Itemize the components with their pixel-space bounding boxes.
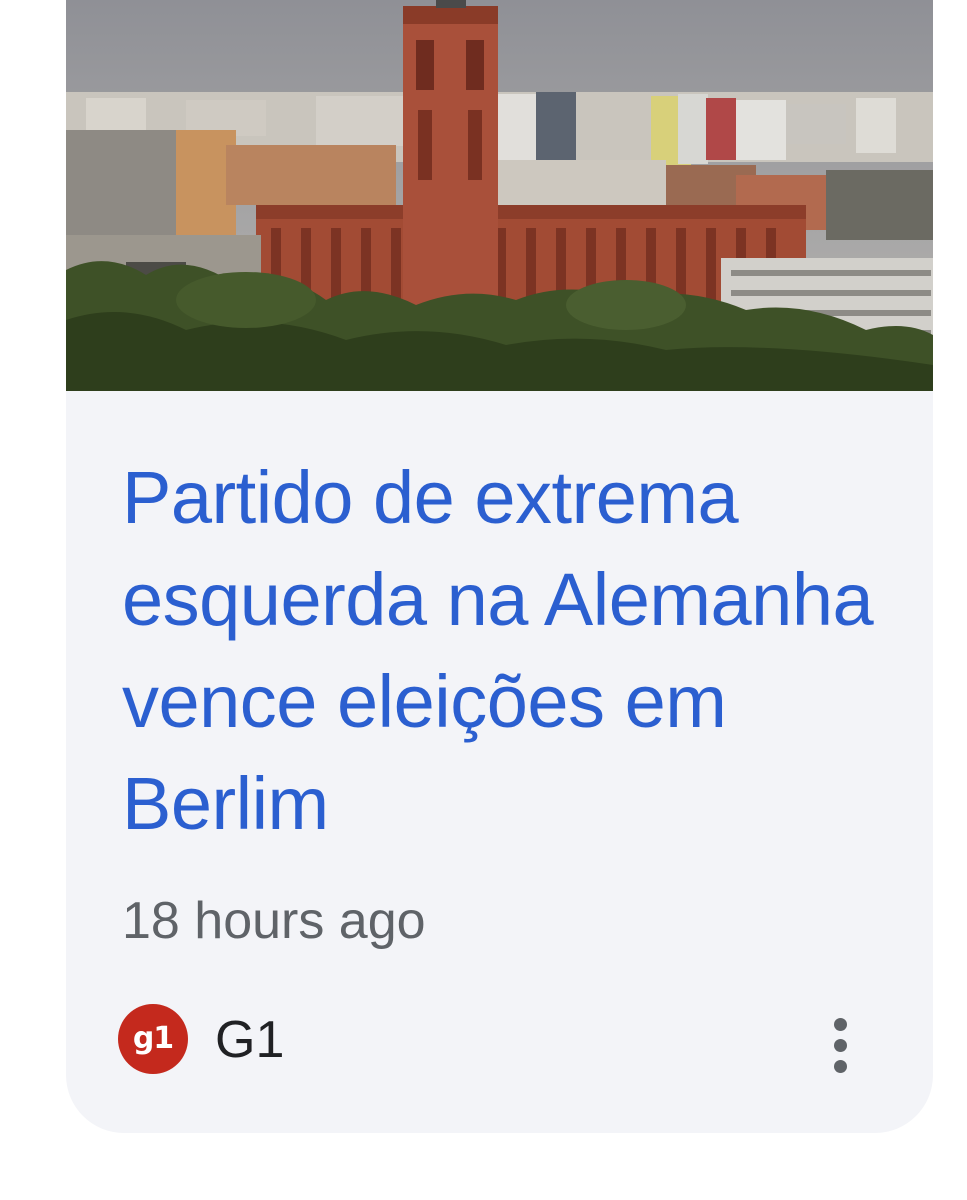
source-row: g1 G1 [118,1003,878,1077]
article-timestamp: 18 hours ago [122,892,426,950]
source-name: G1 [215,1011,285,1069]
more-options-button[interactable] [818,1012,862,1080]
article-thumbnail[interactable] [66,0,933,391]
news-card[interactable]: Partido de extrema esquerda na Alemanha … [66,0,933,1133]
source-logo: g1 [118,1004,188,1074]
article-headline[interactable]: Partido de extrema esquerda na Alemanha … [122,447,902,855]
